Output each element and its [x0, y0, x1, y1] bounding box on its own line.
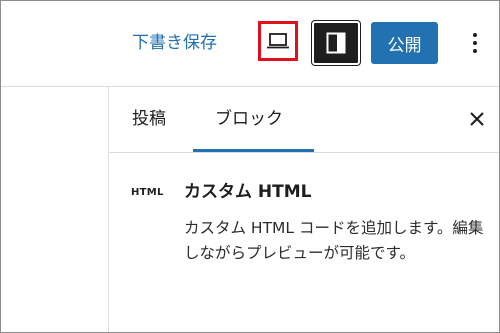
- close-sidebar-button[interactable]: [463, 105, 491, 133]
- sidebar-panel-icon: [326, 32, 346, 54]
- html-block-icon: HTML: [131, 187, 164, 198]
- tab-post[interactable]: 投稿: [132, 107, 166, 131]
- more-options-button[interactable]: [463, 26, 487, 60]
- more-vertical-icon-dot: [473, 41, 477, 45]
- more-vertical-icon-dot: [473, 33, 477, 37]
- close-icon: [470, 112, 484, 126]
- block-description: カスタム HTML コードを追加します。編集しながらプレビューが可能です。: [184, 219, 484, 262]
- save-draft-button[interactable]: 下書き保存: [132, 31, 217, 55]
- editor-top-toolbar: 下書き保存 公開: [1, 1, 499, 87]
- preview-button[interactable]: [258, 21, 298, 61]
- block-title: カスタム HTML: [184, 182, 312, 202]
- settings-sidebar: 投稿 ブロック HTML カスタム HTML カスタム HTML コードを追加し…: [108, 87, 499, 332]
- more-vertical-icon-dot: [473, 49, 477, 53]
- publish-button[interactable]: 公開: [371, 22, 438, 64]
- active-tab-indicator: [193, 149, 314, 152]
- block-card: HTML カスタム HTML カスタム HTML コードを追加します。編集しなが…: [109, 153, 499, 332]
- laptop-icon: [267, 33, 289, 49]
- sidebar-tabs: 投稿 ブロック: [109, 87, 499, 153]
- settings-sidebar-toggle-button[interactable]: [312, 21, 360, 65]
- editor-window: 下書き保存 公開 投稿 ブロック HTML カスタム HTML カスタム HTM…: [0, 0, 500, 333]
- tab-block[interactable]: ブロック: [215, 107, 283, 131]
